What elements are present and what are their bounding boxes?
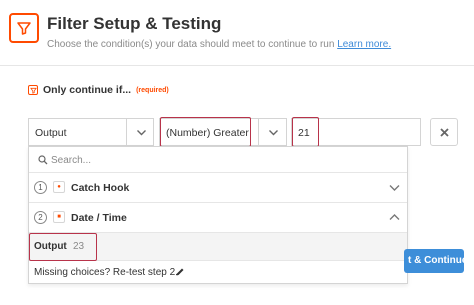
step-number: 1 bbox=[34, 181, 47, 194]
option-highlight bbox=[29, 233, 97, 261]
filter-small-icon bbox=[28, 85, 38, 95]
filter-icon bbox=[9, 13, 39, 43]
webhook-icon: ● bbox=[53, 181, 65, 193]
step-label: Date / Time bbox=[71, 212, 127, 224]
learn-more-link[interactable]: Learn more. bbox=[337, 39, 391, 50]
field-select[interactable]: Output bbox=[28, 118, 154, 146]
value-highlight bbox=[292, 117, 319, 147]
chevron-down-icon bbox=[137, 130, 146, 136]
pencil-icon[interactable] bbox=[175, 267, 185, 277]
search-icon bbox=[38, 155, 48, 165]
chevron-up-icon bbox=[389, 214, 400, 220]
search-input[interactable] bbox=[51, 151, 391, 169]
condition-label-row: Only continue if... (required) bbox=[28, 84, 169, 96]
close-icon bbox=[439, 127, 449, 137]
formatter-icon: ■ bbox=[53, 211, 65, 223]
page-header: Filter Setup & Testing Choose the condit… bbox=[0, 0, 474, 66]
field-select-value: Output bbox=[35, 127, 67, 139]
page-title: Filter Setup & Testing bbox=[47, 14, 222, 33]
page-subtitle: Choose the condition(s) your data should… bbox=[47, 39, 392, 50]
required-tag: (required) bbox=[136, 86, 169, 94]
retest-text: Missing choices? Re-test step 2. bbox=[34, 267, 178, 278]
chevron-down-icon bbox=[389, 185, 400, 191]
remove-condition-button[interactable] bbox=[430, 118, 458, 146]
step-1-row[interactable]: 1 ● Catch Hook bbox=[29, 173, 407, 203]
step-number: 2 bbox=[34, 211, 47, 224]
step-2-row[interactable]: 2 ■ Date / Time bbox=[29, 203, 407, 233]
dropdown-search bbox=[29, 147, 407, 173]
continue-button[interactable]: t & Continue bbox=[404, 249, 464, 273]
field-dropdown: 1 ● Catch Hook 2 ■ Date / Time Output 23… bbox=[28, 146, 408, 284]
operator-highlight bbox=[160, 117, 251, 147]
chevron-down-icon bbox=[269, 130, 278, 136]
condition-label: Only continue if... bbox=[43, 84, 132, 96]
retest-row[interactable]: Missing choices? Re-test step 2. bbox=[29, 261, 407, 284]
step-label: Catch Hook bbox=[71, 182, 130, 194]
